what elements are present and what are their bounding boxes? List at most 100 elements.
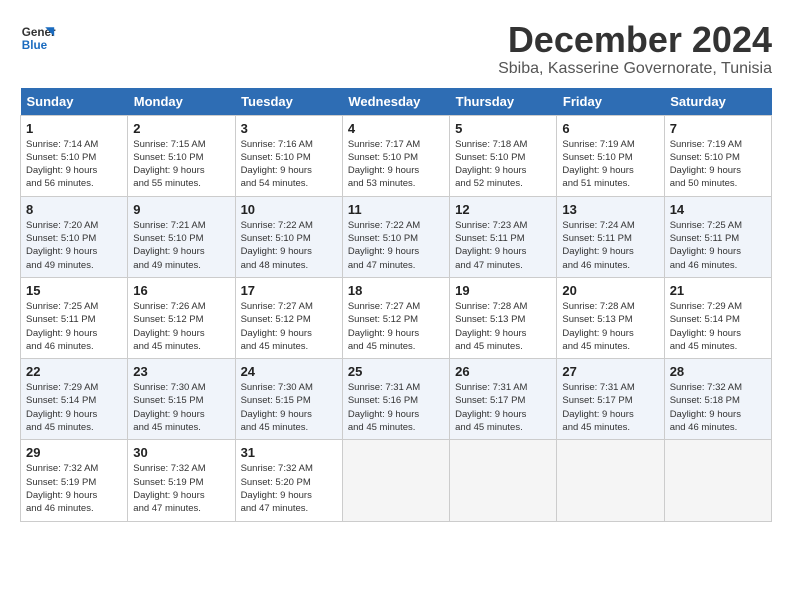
- day-info: Sunrise: 7:27 AM Sunset: 5:12 PM Dayligh…: [241, 300, 337, 353]
- calendar-cell: 15 Sunrise: 7:25 AM Sunset: 5:11 PM Dayli…: [21, 277, 128, 358]
- title-block: December 2024 Sbiba, Kasserine Governora…: [498, 20, 772, 78]
- calendar-cell: 31 Sunrise: 7:32 AM Sunset: 5:20 PM Dayli…: [235, 440, 342, 521]
- day-info: Sunrise: 7:32 AM Sunset: 5:20 PM Dayligh…: [241, 462, 337, 515]
- calendar-cell: 4 Sunrise: 7:17 AM Sunset: 5:10 PM Daylig…: [342, 115, 449, 196]
- day-number: 28: [670, 364, 766, 379]
- weekday-header: Friday: [557, 88, 664, 116]
- day-number: 25: [348, 364, 444, 379]
- calendar-cell: 5 Sunrise: 7:18 AM Sunset: 5:10 PM Daylig…: [450, 115, 557, 196]
- day-info: Sunrise: 7:15 AM Sunset: 5:10 PM Dayligh…: [133, 138, 229, 191]
- calendar-cell: [557, 440, 664, 521]
- calendar-cell: 12Sunrise: 7:23 AM Sunset: 5:11 PM Dayli…: [450, 196, 557, 277]
- day-number: 26: [455, 364, 551, 379]
- calendar-cell: 25 Sunrise: 7:31 AM Sunset: 5:16 PM Dayli…: [342, 359, 449, 440]
- day-info: Sunrise: 7:30 AM Sunset: 5:15 PM Dayligh…: [133, 381, 229, 434]
- day-number: 21: [670, 283, 766, 298]
- calendar-cell: 9 Sunrise: 7:21 AM Sunset: 5:10 PM Daylig…: [128, 196, 235, 277]
- day-info: Sunrise: 7:20 AM Sunset: 5:10 PM Dayligh…: [26, 219, 122, 272]
- day-number: 31: [241, 445, 337, 460]
- day-info: Sunrise: 7:22 AM Sunset: 5:10 PM Dayligh…: [348, 219, 444, 272]
- day-number: 11: [348, 202, 444, 217]
- month-title: December 2024: [498, 20, 772, 60]
- calendar-cell: [664, 440, 771, 521]
- calendar-cell: 27 Sunrise: 7:31 AM Sunset: 5:17 PM Dayli…: [557, 359, 664, 440]
- day-info: Sunrise: 7:17 AM Sunset: 5:10 PM Dayligh…: [348, 138, 444, 191]
- calendar-cell: 20 Sunrise: 7:28 AM Sunset: 5:13 PM Dayli…: [557, 277, 664, 358]
- day-info: Sunrise: 7:21 AM Sunset: 5:10 PM Dayligh…: [133, 219, 229, 272]
- logo: General Blue: [20, 20, 56, 56]
- calendar-cell: 13Sunrise: 7:24 AM Sunset: 5:11 PM Dayli…: [557, 196, 664, 277]
- day-info: Sunrise: 7:29 AM Sunset: 5:14 PM Dayligh…: [670, 300, 766, 353]
- calendar-cell: 24Sunrise: 7:30 AM Sunset: 5:15 PM Dayli…: [235, 359, 342, 440]
- day-info: Sunrise: 7:18 AM Sunset: 5:10 PM Dayligh…: [455, 138, 551, 191]
- day-number: 2: [133, 121, 229, 136]
- weekday-header: Sunday: [21, 88, 128, 116]
- calendar-cell: 19Sunrise: 7:28 AM Sunset: 5:13 PM Dayli…: [450, 277, 557, 358]
- calendar-cell: 10Sunrise: 7:22 AM Sunset: 5:10 PM Dayli…: [235, 196, 342, 277]
- day-info: Sunrise: 7:25 AM Sunset: 5:11 PM Dayligh…: [26, 300, 122, 353]
- calendar-cell: 26 Sunrise: 7:31 AM Sunset: 5:17 PM Dayli…: [450, 359, 557, 440]
- day-info: Sunrise: 7:26 AM Sunset: 5:12 PM Dayligh…: [133, 300, 229, 353]
- calendar-cell: 11 Sunrise: 7:22 AM Sunset: 5:10 PM Dayli…: [342, 196, 449, 277]
- calendar-cell: [342, 440, 449, 521]
- calendar-cell: 2 Sunrise: 7:15 AM Sunset: 5:10 PM Daylig…: [128, 115, 235, 196]
- calendar-cell: 22 Sunrise: 7:29 AM Sunset: 5:14 PM Dayli…: [21, 359, 128, 440]
- calendar-table: SundayMondayTuesdayWednesdayThursdayFrid…: [20, 88, 772, 522]
- page-header: General Blue December 2024 Sbiba, Kasser…: [20, 20, 772, 78]
- weekday-header: Saturday: [664, 88, 771, 116]
- day-number: 27: [562, 364, 658, 379]
- day-number: 1: [26, 121, 122, 136]
- day-info: Sunrise: 7:32 AM Sunset: 5:18 PM Dayligh…: [670, 381, 766, 434]
- day-info: Sunrise: 7:23 AM Sunset: 5:11 PM Dayligh…: [455, 219, 551, 272]
- logo-icon: General Blue: [20, 20, 56, 56]
- calendar-cell: 6 Sunrise: 7:19 AM Sunset: 5:10 PM Daylig…: [557, 115, 664, 196]
- calendar-week-row: 1 Sunrise: 7:14 AM Sunset: 5:10 PM Daylig…: [21, 115, 772, 196]
- calendar-cell: 16 Sunrise: 7:26 AM Sunset: 5:12 PM Dayli…: [128, 277, 235, 358]
- day-info: Sunrise: 7:22 AM Sunset: 5:10 PM Dayligh…: [241, 219, 337, 272]
- day-number: 15: [26, 283, 122, 298]
- day-number: 23: [133, 364, 229, 379]
- calendar-cell: 30Sunrise: 7:32 AM Sunset: 5:19 PM Dayli…: [128, 440, 235, 521]
- day-number: 16: [133, 283, 229, 298]
- day-info: Sunrise: 7:32 AM Sunset: 5:19 PM Dayligh…: [133, 462, 229, 515]
- weekday-header: Monday: [128, 88, 235, 116]
- day-number: 13: [562, 202, 658, 217]
- calendar-header-row: SundayMondayTuesdayWednesdayThursdayFrid…: [21, 88, 772, 116]
- weekday-header: Wednesday: [342, 88, 449, 116]
- day-info: Sunrise: 7:31 AM Sunset: 5:16 PM Dayligh…: [348, 381, 444, 434]
- day-number: 18: [348, 283, 444, 298]
- day-info: Sunrise: 7:14 AM Sunset: 5:10 PM Dayligh…: [26, 138, 122, 191]
- calendar-cell: 7 Sunrise: 7:19 AM Sunset: 5:10 PM Daylig…: [664, 115, 771, 196]
- day-info: Sunrise: 7:27 AM Sunset: 5:12 PM Dayligh…: [348, 300, 444, 353]
- calendar-cell: 29 Sunrise: 7:32 AM Sunset: 5:19 PM Dayli…: [21, 440, 128, 521]
- day-info: Sunrise: 7:28 AM Sunset: 5:13 PM Dayligh…: [455, 300, 551, 353]
- day-number: 4: [348, 121, 444, 136]
- calendar-cell: 3Sunrise: 7:16 AM Sunset: 5:10 PM Daylig…: [235, 115, 342, 196]
- day-info: Sunrise: 7:31 AM Sunset: 5:17 PM Dayligh…: [455, 381, 551, 434]
- day-info: Sunrise: 7:28 AM Sunset: 5:13 PM Dayligh…: [562, 300, 658, 353]
- day-number: 7: [670, 121, 766, 136]
- calendar-week-row: 29 Sunrise: 7:32 AM Sunset: 5:19 PM Dayli…: [21, 440, 772, 521]
- day-number: 14: [670, 202, 766, 217]
- day-number: 29: [26, 445, 122, 460]
- day-info: Sunrise: 7:19 AM Sunset: 5:10 PM Dayligh…: [562, 138, 658, 191]
- calendar-cell: 18 Sunrise: 7:27 AM Sunset: 5:12 PM Dayli…: [342, 277, 449, 358]
- day-number: 22: [26, 364, 122, 379]
- calendar-week-row: 8Sunrise: 7:20 AM Sunset: 5:10 PM Daylig…: [21, 196, 772, 277]
- day-info: Sunrise: 7:29 AM Sunset: 5:14 PM Dayligh…: [26, 381, 122, 434]
- location-title: Sbiba, Kasserine Governorate, Tunisia: [498, 60, 772, 78]
- calendar-cell: 14Sunrise: 7:25 AM Sunset: 5:11 PM Dayli…: [664, 196, 771, 277]
- calendar-cell: 23 Sunrise: 7:30 AM Sunset: 5:15 PM Dayli…: [128, 359, 235, 440]
- day-number: 20: [562, 283, 658, 298]
- day-info: Sunrise: 7:32 AM Sunset: 5:19 PM Dayligh…: [26, 462, 122, 515]
- calendar-cell: 28 Sunrise: 7:32 AM Sunset: 5:18 PM Dayli…: [664, 359, 771, 440]
- day-number: 6: [562, 121, 658, 136]
- day-number: 5: [455, 121, 551, 136]
- day-info: Sunrise: 7:19 AM Sunset: 5:10 PM Dayligh…: [670, 138, 766, 191]
- weekday-header: Tuesday: [235, 88, 342, 116]
- svg-text:Blue: Blue: [22, 39, 48, 52]
- day-number: 9: [133, 202, 229, 217]
- calendar-week-row: 15 Sunrise: 7:25 AM Sunset: 5:11 PM Dayli…: [21, 277, 772, 358]
- calendar-body: 1 Sunrise: 7:14 AM Sunset: 5:10 PM Daylig…: [21, 115, 772, 521]
- day-info: Sunrise: 7:31 AM Sunset: 5:17 PM Dayligh…: [562, 381, 658, 434]
